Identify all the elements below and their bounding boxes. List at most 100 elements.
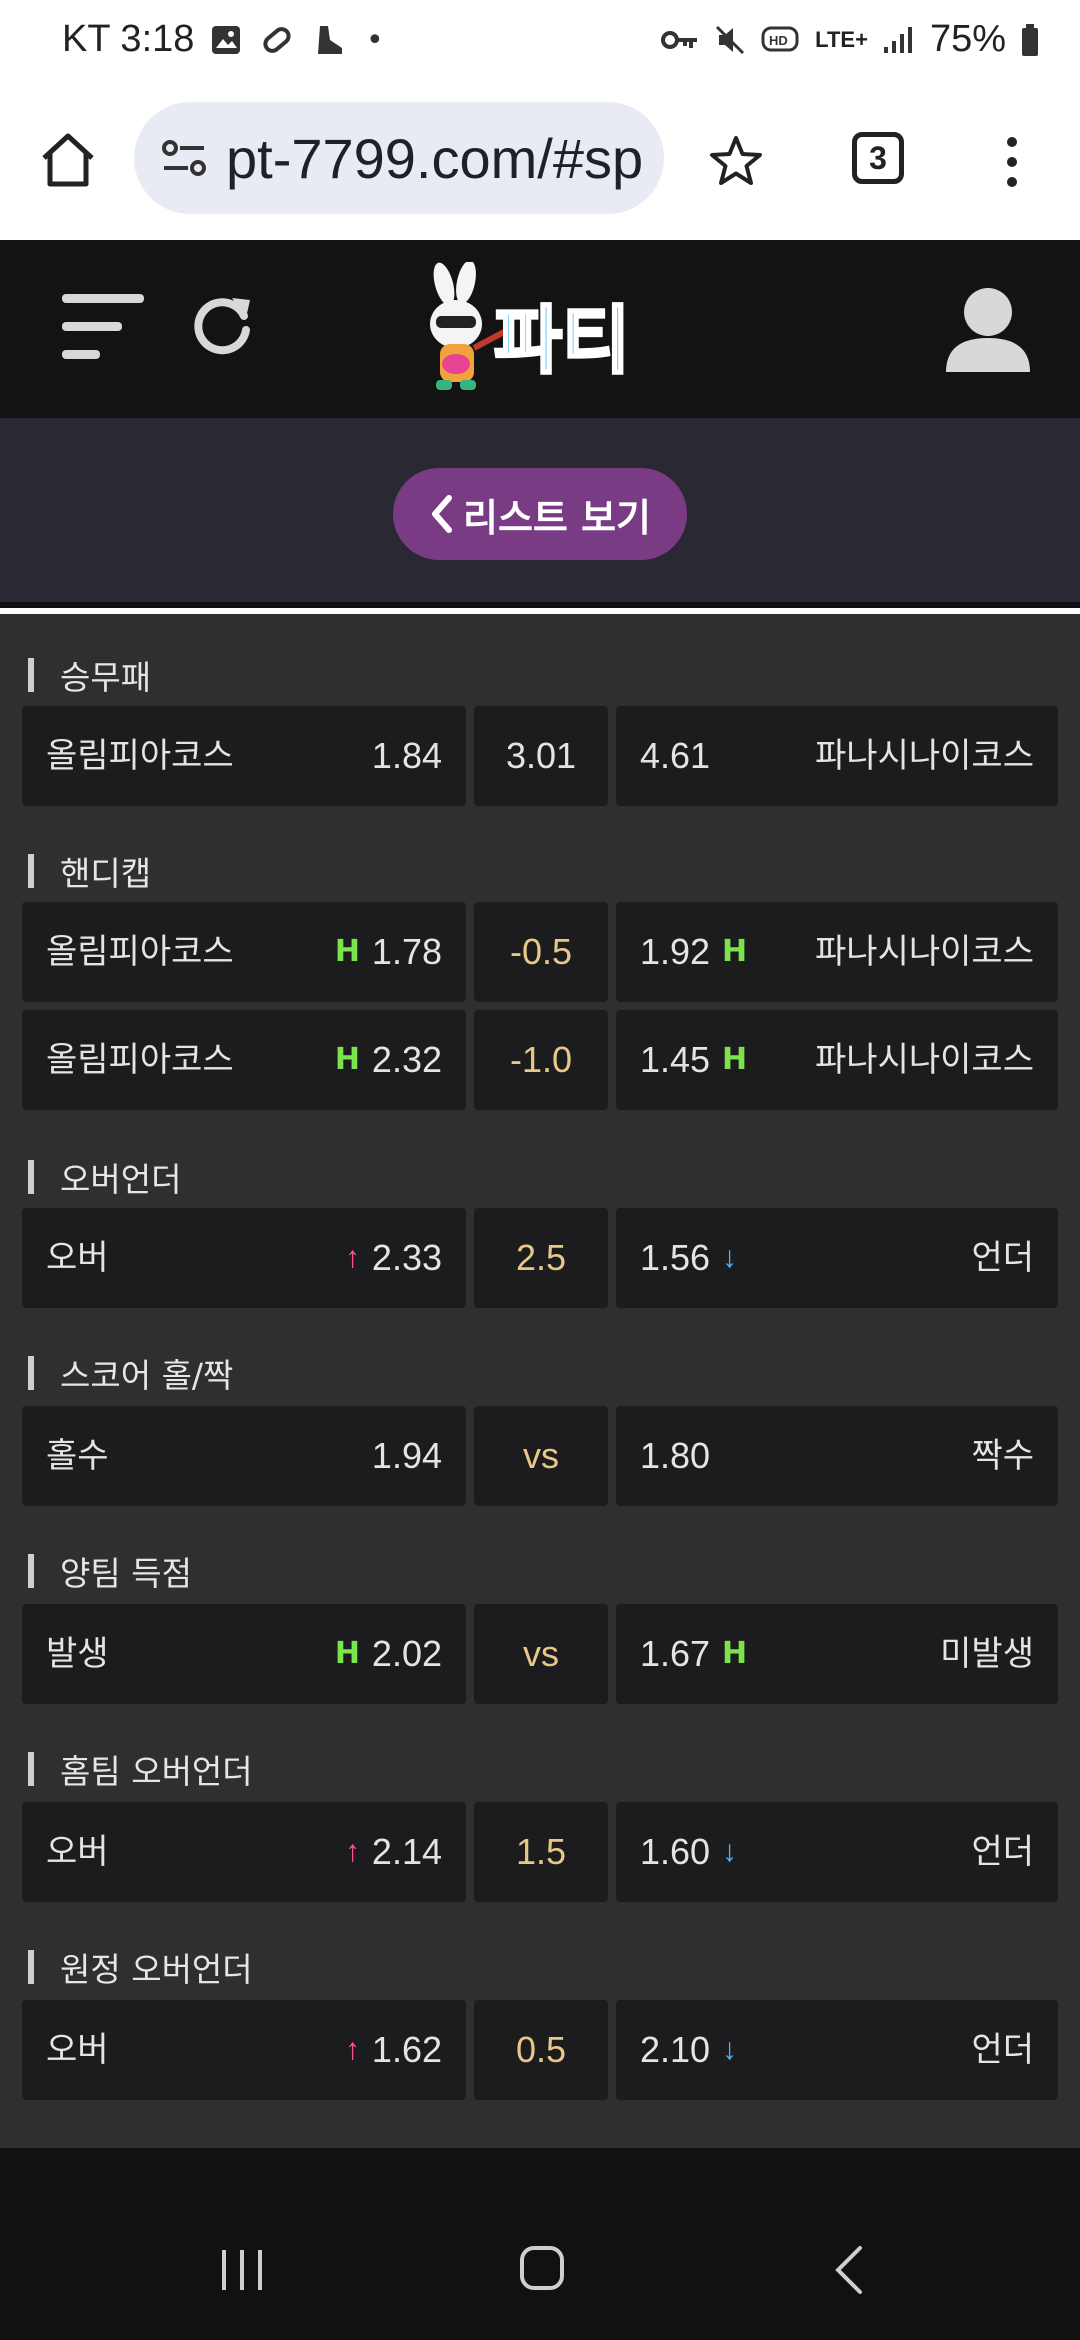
key-icon <box>661 30 698 49</box>
home-odds-cell[interactable]: 오버 ↑ 2.33 <box>22 1208 466 1308</box>
handicap-icon: H <box>334 1636 360 1671</box>
away-odds-cell[interactable]: 1.45 H 파나시나이코스 <box>616 1010 1058 1110</box>
site-settings-icon[interactable] <box>160 136 208 180</box>
hamburger-menu-icon[interactable] <box>58 288 148 368</box>
site-header: 파티 <box>0 240 1080 418</box>
system-navigation-bar <box>0 2200 1080 2340</box>
home-team: 홀수 <box>46 1436 109 1476</box>
away-team: 파나시나이코스 <box>815 1040 1034 1080</box>
home-team: 올림피아코스 <box>46 1040 234 1080</box>
home-odds-cell[interactable]: 발생 H 2.02 <box>22 1604 466 1704</box>
reload-icon[interactable] <box>186 286 260 360</box>
status-time: KT 3:18 <box>62 18 195 60</box>
notification-dot: • <box>366 22 384 58</box>
battery-percent: 75% <box>929 18 1006 60</box>
home-team: 올림피아코스 <box>46 736 234 776</box>
away-odds-cell[interactable]: 1.60 ↓ 언더 <box>616 1802 1058 1902</box>
away-odds-cell[interactable]: 4.61 파나시나이코스 <box>616 706 1058 806</box>
shoe-icon <box>318 26 342 54</box>
home-odds: 1.62 <box>371 2029 442 2070</box>
home-odds-cell[interactable]: 홀수 1.94 <box>22 1406 466 1506</box>
section-title: 핸디캡 <box>28 846 151 896</box>
browser-home-icon[interactable] <box>38 130 98 190</box>
arrow-up-icon: ↑ <box>345 1835 360 1868</box>
away-team: 언더 <box>971 2030 1034 2070</box>
odds-row: 오버 ↑ 2.33 2.5 1.56 ↓ 언더 <box>22 1208 1058 1308</box>
list-view-label: 리스트 보기 <box>462 495 652 540</box>
odds-row: 홀수 1.94 vs 1.80 짝수 <box>22 1406 1058 1506</box>
section-label: 스코어 홀/짝 <box>60 1356 234 1395</box>
logo-text: 파티 <box>494 298 630 384</box>
away-team: 언더 <box>971 1238 1034 1278</box>
away-odds: 1.60 <box>640 1831 711 1872</box>
svg-text:HD: HD <box>769 33 788 48</box>
section-title: 홈팀 오버언더 <box>28 1744 253 1794</box>
home-odds-cell[interactable]: 오버 ↑ 2.14 <box>22 1802 466 1902</box>
url-text[interactable]: pt-7799.com/#sp <box>226 126 643 191</box>
notification-icons: • <box>210 22 384 58</box>
draw-odds-cell[interactable]: 3.01 <box>474 706 608 806</box>
odds-row: 오버 ↑ 2.14 1.5 1.60 ↓ 언더 <box>22 1802 1058 1902</box>
list-view-button[interactable]: 리스트 보기 <box>393 468 687 560</box>
arrow-up-icon: ↑ <box>345 1241 360 1274</box>
away-odds: 1.80 <box>640 1435 711 1476</box>
hd-icon: HD <box>761 26 799 51</box>
section-bar <box>28 658 34 692</box>
away-odds-cell[interactable]: 1.67 H 미발생 <box>616 1604 1058 1704</box>
home-odds-cell[interactable]: 오버 ↑ 1.62 <box>22 2000 466 2100</box>
away-odds-cell[interactable]: 1.92 H 파나시나이코스 <box>616 902 1058 1002</box>
link-icon <box>263 27 291 53</box>
line-cell: 2.5 <box>474 1208 608 1308</box>
mute-icon <box>716 25 745 54</box>
away-odds-cell[interactable]: 1.56 ↓ 언더 <box>616 1208 1058 1308</box>
more-options-icon[interactable] <box>994 132 1030 192</box>
arrow-down-icon: ↓ <box>722 1835 737 1868</box>
page-footer <box>0 2148 1080 2200</box>
section-title: 스코어 홀/짝 <box>28 1348 233 1398</box>
home-team: 오버 <box>46 1238 109 1278</box>
bookmark-star-icon[interactable] <box>706 132 766 192</box>
odds-row: 올림피아코스 H 1.78 -0.5 1.92 H 파나시나이코스 <box>22 902 1058 1002</box>
away-team: 미발생 <box>940 1634 1034 1674</box>
away-odds: 1.56 <box>640 1237 711 1278</box>
away-team: 파나시나이코스 <box>815 736 1034 776</box>
status-bar: KT 3:18 • HD LTE+ 75% <box>0 0 1080 88</box>
signal-icon <box>883 26 912 53</box>
odds-panel: 승무패 올림피아코스 1.84 3.01 4.61 파나시나이코스 핸디캡 올림피아… <box>0 614 1080 2148</box>
home-nav-icon[interactable] <box>518 2244 566 2292</box>
section-bar <box>28 1554 34 1588</box>
away-odds: 1.45 <box>640 1039 711 1080</box>
odds-row: 오버 ↑ 1.62 0.5 2.10 ↓ 언더 <box>22 2000 1058 2100</box>
home-odds: 2.02 <box>371 1633 442 1674</box>
home-odds: 1.84 <box>371 735 442 776</box>
address-bar[interactable]: pt-7799.com/#sp <box>134 102 664 214</box>
section-title: 원정 오버언더 <box>28 1942 253 1992</box>
home-team: 발생 <box>46 1634 109 1674</box>
section-label: 양팀 득점 <box>60 1554 192 1593</box>
recent-apps-icon[interactable] <box>218 2248 266 2292</box>
tab-switcher-button[interactable]: 3 <box>852 132 904 184</box>
away-odds-cell[interactable]: 1.80 짝수 <box>616 1406 1058 1506</box>
away-odds-cell[interactable]: 2.10 ↓ 언더 <box>616 2000 1058 2100</box>
back-nav-icon[interactable] <box>830 2244 870 2296</box>
line-cell: -0.5 <box>474 902 608 1002</box>
site-logo[interactable]: 파티 <box>418 260 668 398</box>
away-team: 파나시나이코스 <box>815 932 1034 972</box>
battery-icon <box>1022 23 1038 56</box>
handicap-icon: H <box>722 1636 748 1671</box>
section-label: 홈팀 오버언더 <box>60 1752 253 1791</box>
away-odds: 1.67 <box>640 1633 711 1674</box>
rabbit-mascot-icon: 파티 <box>430 260 632 390</box>
gallery-icon <box>212 26 240 54</box>
home-odds-cell[interactable]: 올림피아코스 H 1.78 <box>22 902 466 1002</box>
home-team: 오버 <box>46 2030 109 2070</box>
user-account-icon[interactable] <box>944 284 1032 372</box>
arrow-up-icon: ↑ <box>345 2033 360 2066</box>
home-odds-cell[interactable]: 올림피아코스 H 2.32 <box>22 1010 466 1110</box>
section-label: 원정 오버언더 <box>60 1950 253 1989</box>
home-odds: 2.32 <box>371 1039 442 1080</box>
home-odds-cell[interactable]: 올림피아코스 1.84 <box>22 706 466 806</box>
away-team: 언더 <box>971 1832 1034 1872</box>
network-type: LTE+ <box>815 26 868 52</box>
home-odds: 2.14 <box>371 1831 442 1872</box>
